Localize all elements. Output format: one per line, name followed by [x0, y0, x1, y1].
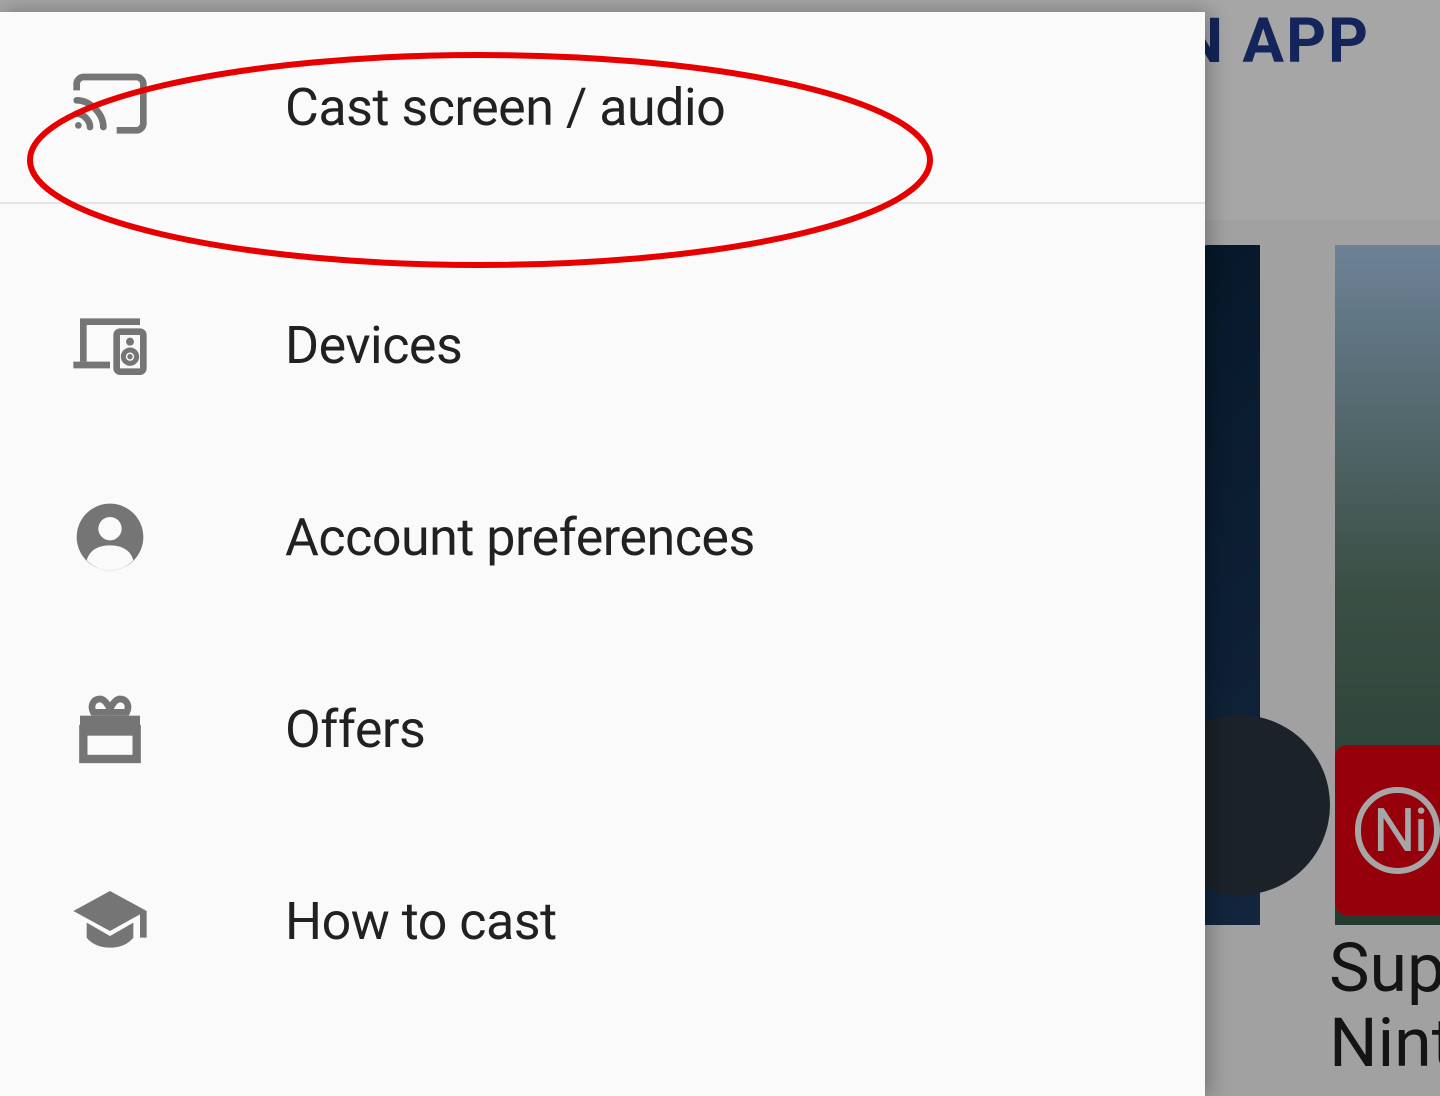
drawer-item-label: Devices	[285, 315, 462, 376]
drawer-item-devices[interactable]: Devices	[0, 249, 1205, 441]
navigation-drawer: Cast screen / audio Devices	[0, 12, 1205, 1096]
drawer-item-label: Account preferences	[285, 507, 755, 568]
drawer-item-how-to-cast[interactable]: How to cast	[0, 825, 1205, 1017]
drawer-item-label: How to cast	[285, 891, 557, 952]
drawer-items-list: Devices Account preferences	[0, 204, 1205, 1017]
drawer-item-cast-screen-audio[interactable]: Cast screen / audio	[0, 12, 1205, 204]
drawer-item-account-preferences[interactable]: Account preferences	[0, 441, 1205, 633]
school-icon	[65, 876, 155, 966]
drawer-item-label: Offers	[285, 699, 425, 760]
devices-icon	[65, 300, 155, 390]
drawer-item-offers[interactable]: Offers	[0, 633, 1205, 825]
account-icon	[65, 492, 155, 582]
offers-icon	[65, 684, 155, 774]
cast-icon	[65, 62, 155, 152]
drawer-item-label: Cast screen / audio	[285, 77, 725, 138]
